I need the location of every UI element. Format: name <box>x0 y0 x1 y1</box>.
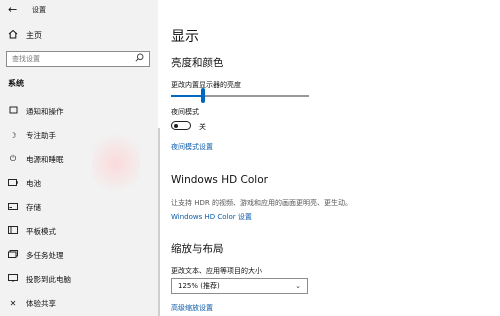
sidebar-item-battery[interactable]: 电池 <box>8 176 41 190</box>
chevron-down-icon: ⌄ <box>295 282 301 290</box>
sidebar-item-label: 存储 <box>26 202 41 212</box>
night-light-settings-link[interactable]: 夜间模式设置 <box>171 142 213 152</box>
scale-dropdown[interactable]: 125% (推荐) ⌄ <box>171 278 308 294</box>
night-light-toggle[interactable] <box>171 121 191 130</box>
night-light-label: 夜间模式 <box>171 108 199 116</box>
background-glow <box>92 128 140 198</box>
hdr-description: 让支持 HDR 的视频、游戏和应用的画面更明亮、更生动。 <box>171 199 352 207</box>
sidebar-item-multitasking[interactable]: 多任务处理 <box>8 248 64 262</box>
notification-icon <box>8 106 18 117</box>
brightness-slider-fill <box>171 95 203 97</box>
battery-icon <box>8 178 18 188</box>
sidebar: ← 设置 主页 系统 通知和操作 ☽ 专注助手 ⏻ 电源和睡眠 电池 <box>0 0 158 316</box>
sidebar-scrollbar[interactable] <box>158 128 160 316</box>
scale-selected-value: 125% (推荐) <box>178 282 220 290</box>
nav-home-label: 主页 <box>26 30 42 40</box>
back-arrow-icon[interactable]: ← <box>8 3 17 16</box>
sidebar-item-label: 平板模式 <box>26 226 56 236</box>
brightness-heading: 亮度和颜色 <box>171 57 224 69</box>
sidebar-item-label: 专注助手 <box>26 130 56 140</box>
project-icon <box>8 274 18 284</box>
sidebar-item-label: 投影到此电脑 <box>26 274 71 284</box>
window-title: 设置 <box>32 6 46 14</box>
scale-label: 更改文本、应用等项目的大小 <box>171 267 262 275</box>
sidebar-item-label: 多任务处理 <box>26 250 64 260</box>
sidebar-item-label: 电池 <box>26 178 41 188</box>
tablet-icon <box>8 226 18 236</box>
sidebar-item-shared-experiences[interactable]: ✕ 体验共享 <box>8 296 56 310</box>
power-icon: ⏻ <box>9 154 17 163</box>
night-light-state: 关 <box>199 123 206 131</box>
moon-icon: ☽ <box>9 130 17 140</box>
section-label-system: 系统 <box>8 79 24 88</box>
sidebar-item-storage[interactable]: 存储 <box>8 200 41 214</box>
search-icon[interactable] <box>135 53 144 65</box>
toggle-knob <box>174 123 178 128</box>
multitask-icon <box>8 250 18 260</box>
brightness-label: 更改内置显示器的亮度 <box>171 81 241 89</box>
advanced-scaling-link[interactable]: 高级缩放设置 <box>171 303 213 313</box>
scale-heading: 缩放与布局 <box>171 243 224 255</box>
sidebar-item-label: 通知和操作 <box>26 106 64 116</box>
sidebar-item-tablet-mode[interactable]: 平板模式 <box>8 224 56 238</box>
title-bar: ← 设置 <box>0 0 158 22</box>
main-content: 显示 亮度和颜色 更改内置显示器的亮度 夜间模式 关 夜间模式设置 Window… <box>171 0 491 316</box>
share-icon: ✕ <box>9 298 17 308</box>
sidebar-item-power-sleep[interactable]: ⏻ 电源和睡眠 <box>8 152 64 166</box>
home-icon <box>8 29 18 41</box>
page-title: 显示 <box>171 29 199 45</box>
sidebar-item-label: 电源和睡眠 <box>26 154 64 164</box>
sidebar-item-focus-assist[interactable]: ☽ 专注助手 <box>8 128 56 142</box>
nav-home[interactable]: 主页 <box>8 28 42 42</box>
search-box[interactable] <box>6 51 150 67</box>
hdr-settings-link[interactable]: Windows HD Color 设置 <box>171 212 252 222</box>
hdr-heading: Windows HD Color <box>171 174 268 186</box>
sidebar-item-label: 体验共享 <box>26 298 56 308</box>
brightness-slider-thumb[interactable] <box>200 88 205 103</box>
sidebar-item-project-to-pc[interactable]: 投影到此电脑 <box>8 272 71 286</box>
sidebar-item-notifications[interactable]: 通知和操作 <box>8 104 64 118</box>
storage-icon <box>8 202 18 212</box>
search-input[interactable] <box>12 55 130 63</box>
